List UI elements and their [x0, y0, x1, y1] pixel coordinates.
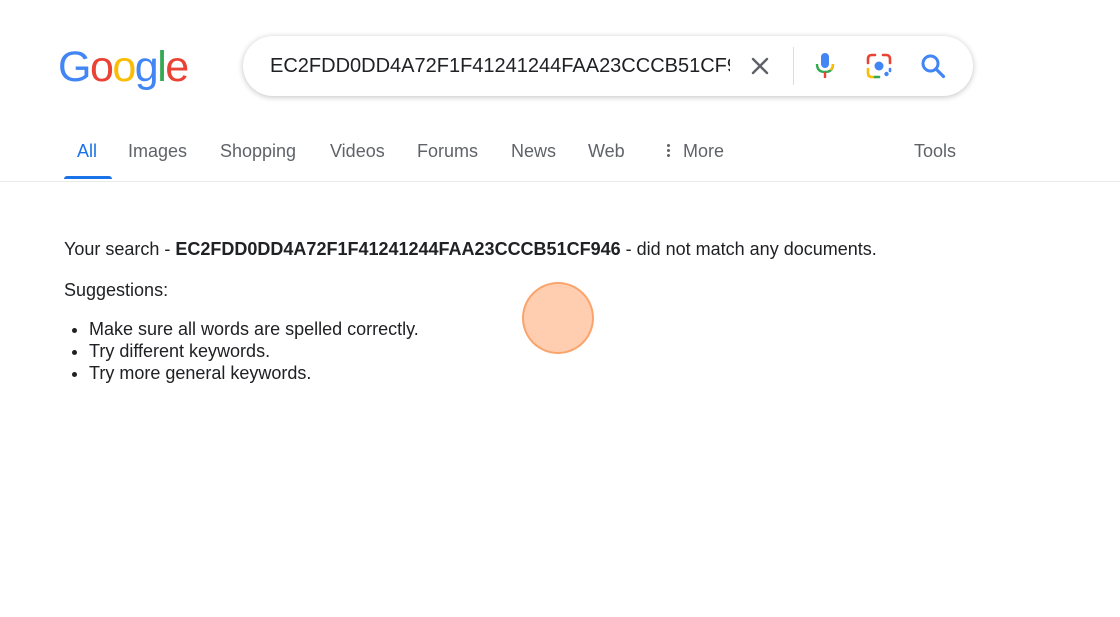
- no-results-query: EC2FDD0DD4A72F1F41241244FAA23CCCB51CF946: [175, 239, 621, 259]
- no-results-prefix: Your search -: [64, 239, 176, 259]
- suggestion-item: Try more general keywords.: [89, 362, 419, 384]
- tab-forums[interactable]: Forums: [417, 141, 478, 162]
- tab-more[interactable]: More: [667, 141, 724, 162]
- suggestions-heading: Suggestions:: [64, 280, 169, 300]
- search-results-page: Google EC2FDD0DD4A72F1F41241244FAA23CCCB…: [0, 0, 1120, 617]
- logo-letter: G: [58, 43, 91, 91]
- logo-letter: o: [89, 43, 114, 91]
- google-logo[interactable]: Google: [58, 43, 189, 91]
- search-icon[interactable]: [918, 51, 948, 81]
- more-vert-icon: [667, 142, 671, 159]
- suggestions-list: Make sure all words are spelled correctl…: [64, 318, 419, 384]
- close-icon[interactable]: [745, 51, 775, 81]
- no-results-message: Your search - EC2FDD0DD4A72F1F41241244FA…: [64, 237, 877, 261]
- tab-shopping[interactable]: Shopping: [220, 141, 296, 162]
- search-box-divider: [793, 47, 794, 85]
- mouse-cursor-indicator: [522, 282, 594, 354]
- tab-news[interactable]: News: [511, 141, 556, 162]
- logo-letter: o: [112, 43, 136, 91]
- tab-web[interactable]: Web: [588, 141, 625, 162]
- tools-button[interactable]: Tools: [914, 141, 956, 162]
- tab-images[interactable]: Images: [128, 141, 187, 162]
- active-tab-indicator: [64, 176, 112, 179]
- search-input[interactable]: [270, 49, 730, 83]
- camera-lens-icon[interactable]: [864, 51, 894, 81]
- suggestion-item: Make sure all words are spelled correctl…: [89, 318, 419, 340]
- search-tabs: All Images Shopping Videos Forums News W…: [0, 132, 1120, 182]
- logo-letter: g: [134, 43, 159, 91]
- tab-all[interactable]: All: [77, 141, 97, 162]
- suggestion-item: Try different keywords.: [89, 340, 419, 362]
- tab-more-label: More: [683, 141, 725, 161]
- tab-videos[interactable]: Videos: [330, 141, 385, 162]
- microphone-icon[interactable]: [810, 51, 840, 81]
- no-results-suffix: - did not match any documents.: [620, 239, 877, 259]
- search-box: [243, 36, 973, 96]
- logo-letter: l: [157, 43, 167, 91]
- logo-letter: e: [165, 43, 189, 91]
